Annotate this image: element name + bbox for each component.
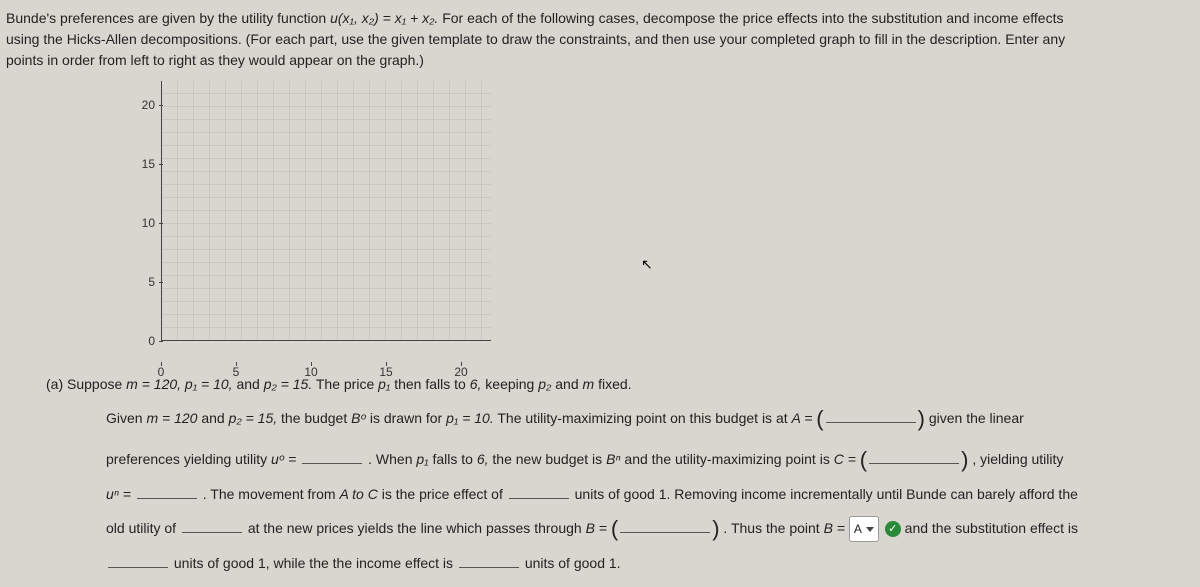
lparen-icon: (	[611, 516, 618, 541]
ytick-10: 10	[131, 216, 155, 230]
blank-price-effect[interactable]	[509, 485, 569, 499]
cursor-icon: ↖	[641, 256, 653, 273]
text: Bᵒ	[351, 410, 366, 426]
text: m = 120	[146, 410, 197, 426]
text: m = 120, p₁ = 10,	[126, 376, 232, 392]
text: units of good 1. Removing income increme…	[575, 486, 1078, 502]
chevron-down-icon	[866, 527, 874, 532]
xtick-mark	[311, 362, 312, 366]
text: 6,	[470, 376, 482, 392]
text: is drawn for	[370, 410, 446, 426]
text: the new budget is	[492, 451, 606, 467]
lparen-icon: (	[816, 406, 823, 431]
blank-un[interactable]	[137, 485, 197, 499]
blank-sub-effect[interactable]	[108, 554, 168, 568]
text: given the linear	[929, 410, 1024, 426]
text: m	[583, 376, 595, 392]
xtick-10: 10	[304, 365, 317, 379]
lparen-icon: (	[860, 447, 867, 472]
point-B-dropdown[interactable]: A	[849, 516, 879, 543]
text: Bⁿ	[606, 451, 620, 467]
prompt-text: points in order from left to right as th…	[6, 52, 424, 68]
text: p₁ = 10.	[446, 410, 494, 426]
text: old utility of	[106, 520, 180, 536]
text: and the substitution effect is	[905, 520, 1078, 536]
question-prompt: Bunde's preferences are given by the uti…	[6, 8, 1194, 71]
ytick-5: 5	[131, 275, 155, 289]
ytick-0: 0	[131, 334, 155, 348]
text: p₂ = 15,	[229, 410, 278, 426]
text: A =	[792, 410, 817, 426]
xtick-mark	[161, 362, 162, 366]
text: p₂	[538, 376, 551, 392]
rparen-icon: )	[712, 516, 719, 541]
xtick-mark	[386, 362, 387, 366]
text: is the price effect of	[382, 486, 507, 502]
dropdown-value: A	[854, 518, 862, 541]
blank-C[interactable]	[869, 450, 959, 464]
text: B =	[586, 520, 611, 536]
blank-uo[interactable]	[302, 450, 362, 464]
text: , yielding utility	[972, 451, 1063, 467]
blank-old-utility[interactable]	[182, 519, 242, 533]
part-a: (a) Suppose m = 120, p₁ = 10, and p₂ = 1…	[46, 371, 1194, 576]
text: 6,	[477, 451, 489, 467]
ytick-mark	[159, 223, 163, 224]
text: preferences yielding utility	[106, 451, 271, 467]
text: . Thus the point	[723, 520, 823, 536]
xtick-mark	[461, 362, 462, 366]
correct-check-icon: ✓	[885, 521, 901, 537]
text: units of good 1.	[525, 555, 621, 571]
prompt-text: using the Hicks-Allen decompositions. (F…	[6, 31, 1065, 47]
text: p₁	[416, 451, 428, 467]
xtick-5: 5	[233, 365, 240, 379]
ytick-15: 15	[131, 157, 155, 171]
text: uᵒ =	[271, 451, 300, 467]
text: at the new prices yields the line which …	[248, 520, 586, 536]
text: uⁿ =	[106, 486, 135, 502]
text: (a) Suppose	[46, 376, 126, 392]
text: and the utility-maximizing point is	[624, 451, 833, 467]
ytick-mark	[159, 164, 163, 165]
text: A to C	[339, 486, 377, 502]
ytick-mark	[159, 341, 163, 342]
text: The price	[316, 376, 378, 392]
part-a-intro: (a) Suppose m = 120, p₁ = 10, and p₂ = 1…	[46, 371, 1194, 398]
blank-income-effect[interactable]	[459, 554, 519, 568]
xtick-15: 15	[379, 365, 392, 379]
ytick-mark	[159, 282, 163, 283]
text: and	[201, 410, 228, 426]
xtick-mark	[236, 362, 237, 366]
utility-fn: u(x₁, x₂) = x₁ + x₂.	[330, 10, 438, 26]
text: fixed.	[598, 376, 631, 392]
text: units of good 1, while the the income ef…	[174, 555, 457, 571]
answer-body: Given m = 120 and p₂ = 15, the budget Bᵒ…	[106, 398, 1194, 577]
text: and	[555, 376, 582, 392]
blank-A[interactable]	[826, 409, 916, 423]
text: B =	[824, 520, 849, 536]
text: keeping	[485, 376, 538, 392]
text: and	[236, 376, 263, 392]
text: the budget	[281, 410, 351, 426]
prompt-text: Bunde's preferences are given by the uti…	[6, 10, 330, 26]
text: The utility-maximizing point on this bud…	[497, 410, 791, 426]
ytick-20: 20	[131, 98, 155, 112]
ytick-mark	[159, 105, 163, 106]
blank-B[interactable]	[620, 519, 710, 533]
text: . When	[368, 451, 416, 467]
graph-template[interactable]: 0 5 10 15 20 0 5 10 15 20 ↖	[131, 81, 511, 361]
xtick-20: 20	[454, 365, 467, 379]
text: falls to	[432, 451, 476, 467]
rparen-icon: )	[918, 406, 925, 431]
text: C =	[834, 451, 860, 467]
xtick-0: 0	[158, 365, 165, 379]
text: . The movement from	[203, 486, 340, 502]
plot-area[interactable]	[161, 81, 491, 341]
rparen-icon: )	[961, 447, 968, 472]
prompt-text: For each of the following cases, decompo…	[442, 10, 1063, 26]
text: Given	[106, 410, 146, 426]
